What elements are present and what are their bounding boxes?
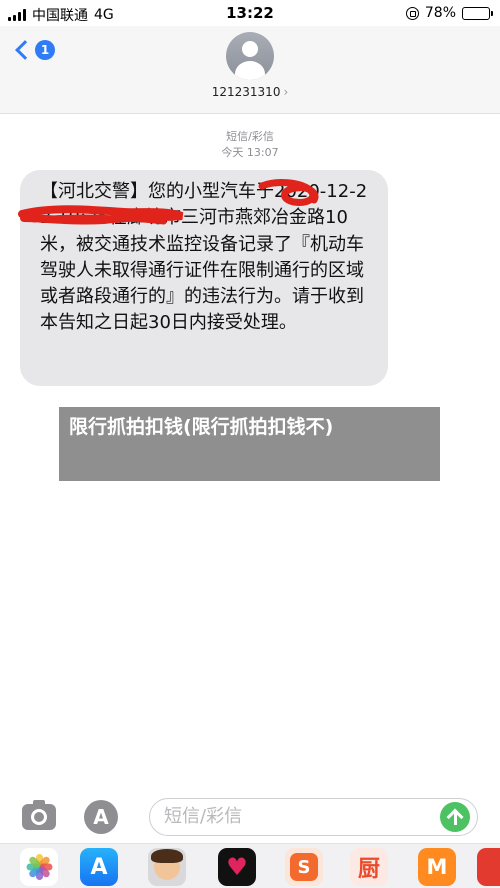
orientation-lock-icon: [405, 6, 419, 20]
kitchen-app-glyph: 厨: [357, 857, 380, 882]
avatar-head: [242, 41, 258, 57]
conversation-header: 1 121231310 ›: [0, 26, 500, 114]
message-input-placeholder: 短信/彩信: [164, 806, 243, 827]
title-banner: 限行抓拍扣钱(限行抓拍扣钱不): [59, 407, 440, 481]
photos-app-icon[interactable]: [20, 848, 58, 886]
contact-avatar[interactable]: [226, 32, 274, 80]
mango-tv-glyph: M: [426, 855, 448, 879]
battery-percent: 78%: [424, 5, 456, 21]
status-bar: 中国联通 4G 13:22 78%: [0, 0, 500, 26]
contact-number[interactable]: 121231310 ›: [0, 85, 500, 99]
kitchen-app-icon[interactable]: 厨: [350, 848, 388, 886]
message-text: 【河北交警】您的小型汽车于2020-12-22 19:25在廊坊市三河市燕郊冶金…: [40, 181, 368, 334]
camera-icon: [31, 809, 47, 825]
app-drawer: A ♥ S 厨 M: [0, 843, 500, 888]
thread-timestamp: 今天 13:07: [221, 146, 279, 159]
battery-icon: [462, 6, 493, 20]
app-store-icon: A: [93, 805, 109, 829]
banner-title: 限行抓拍扣钱(限行抓拍扣钱不): [69, 416, 334, 438]
s-app-glyph: S: [290, 853, 318, 881]
contact-number-text: 121231310: [211, 85, 281, 99]
status-right: 78%: [405, 5, 493, 21]
chevron-right-icon: ›: [283, 85, 289, 99]
heart-app-icon[interactable]: ♥: [218, 848, 256, 886]
back-button[interactable]: 1: [12, 40, 55, 60]
memoji-app-icon[interactable]: [148, 848, 186, 886]
message-composer: A 短信/彩信: [0, 790, 500, 842]
mango-tv-app-icon[interactable]: M: [418, 848, 456, 886]
app-store-app-icon[interactable]: A: [80, 848, 118, 886]
send-arrow-icon: [446, 808, 464, 826]
partial-app-icon[interactable]: [477, 848, 500, 886]
heart-icon: ♥: [226, 853, 248, 881]
message-input[interactable]: 短信/彩信: [149, 798, 478, 836]
s-app-icon[interactable]: S: [285, 848, 323, 886]
memoji-face: [151, 849, 183, 880]
camera-button[interactable]: [22, 800, 56, 830]
send-button[interactable]: [440, 802, 470, 832]
unread-badge: 1: [35, 40, 55, 60]
thread-channel: 短信/彩信: [226, 130, 274, 143]
avatar-shoulders: [235, 61, 265, 80]
message-bubble[interactable]: 【河北交警】您的小型汽车于2020-12-22 19:25在廊坊市三河市燕郊冶金…: [20, 170, 388, 386]
app-store-glyph: A: [90, 854, 108, 880]
chevron-left-icon: [15, 40, 35, 60]
app-store-button[interactable]: A: [84, 800, 118, 834]
